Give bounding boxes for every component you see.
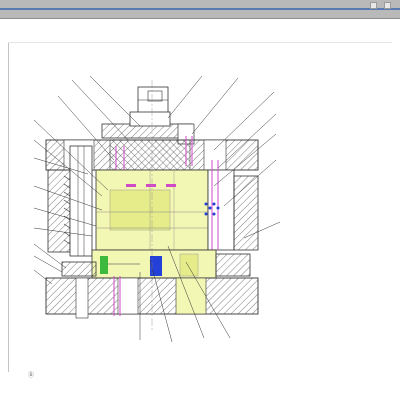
right-support-column [204, 160, 259, 251]
core-plate [91, 249, 217, 279]
locating-ring [101, 111, 195, 145]
sprue-top-block [137, 86, 169, 114]
mold-assembly-drawing[interactable] [0, 0, 400, 400]
drawing-corner-mark: Ⓑ [28, 372, 35, 379]
